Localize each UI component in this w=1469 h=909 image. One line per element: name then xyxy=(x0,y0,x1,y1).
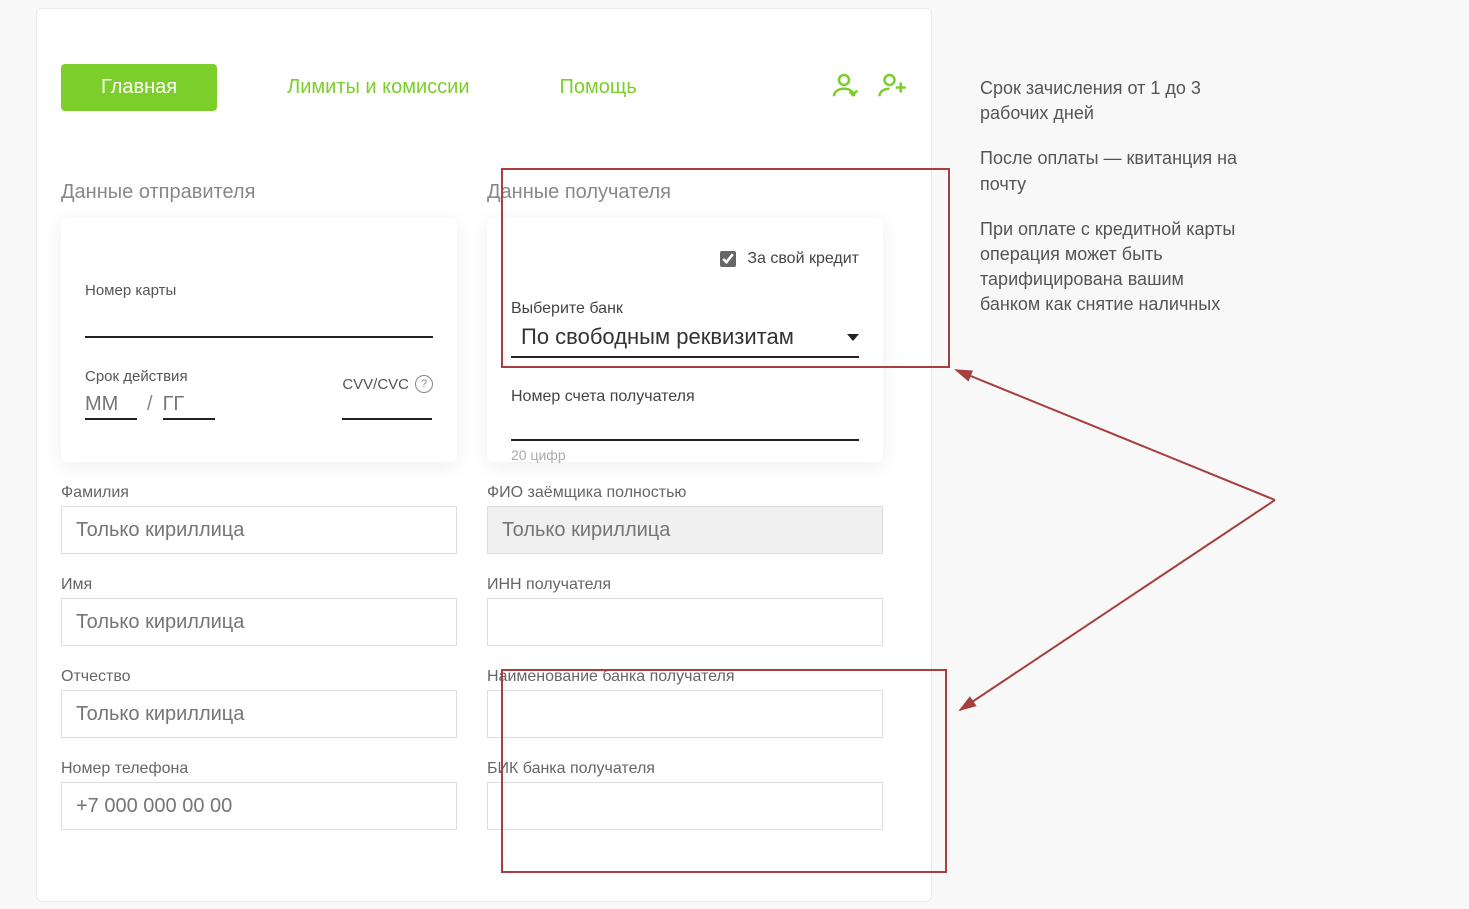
nav-limits-link[interactable]: Лимиты и комиссии xyxy=(287,76,469,99)
bik-input[interactable] xyxy=(487,782,883,830)
name-input[interactable] xyxy=(61,598,457,646)
name-label: Имя xyxy=(61,576,457,594)
bank-select-value: По свободным реквизитам xyxy=(521,324,794,350)
select-bank-label: Выберите банк xyxy=(511,300,859,318)
cvv-input[interactable] xyxy=(342,393,432,420)
side-info-1: Срок зачисления от 1 до 3 рабочих дней xyxy=(980,76,1240,126)
for-own-credit-label: За свой кредит xyxy=(747,250,859,268)
recipient-column: Данные получателя За свой кредит Выберит… xyxy=(487,181,883,830)
nav-help-link[interactable]: Помощь xyxy=(560,76,637,99)
patronymic-label: Отчество xyxy=(61,668,457,686)
sender-title: Данные отправителя xyxy=(61,181,457,204)
bank-select[interactable]: По свободным реквизитам xyxy=(511,320,859,358)
fio-label: ФИО заёмщика полностью xyxy=(487,484,883,502)
inn-label: ИНН получателя xyxy=(487,576,883,594)
top-nav: Главная Лимиты и комиссии Помощь xyxy=(61,63,907,111)
sender-column: Данные отправителя Номер карты Срок дейс… xyxy=(61,181,457,830)
phone-label: Номер телефона xyxy=(61,760,457,778)
expiry-yy-input[interactable] xyxy=(163,391,215,420)
main-card: Главная Лимиты и комиссии Помощь Данные … xyxy=(36,8,932,902)
surname-label: Фамилия xyxy=(61,484,457,502)
account-hint: 20 цифр xyxy=(511,447,859,463)
phone-input[interactable] xyxy=(61,782,457,830)
expiry-label: Срок действия xyxy=(85,368,215,385)
cvv-label: CVV/CVC xyxy=(342,376,409,393)
for-own-credit-wrap[interactable]: За свой кредит xyxy=(716,248,859,270)
register-icon[interactable] xyxy=(877,70,907,105)
expiry-slash: / xyxy=(147,393,153,416)
side-info-2: После оплаты — квитанция на почту xyxy=(980,146,1240,196)
for-own-credit-checkbox[interactable] xyxy=(720,251,736,267)
recipient-title: Данные получателя xyxy=(487,181,883,204)
account-label: Номер счета получателя xyxy=(511,388,859,406)
patronymic-input[interactable] xyxy=(61,690,457,738)
surname-input[interactable] xyxy=(61,506,457,554)
fio-input[interactable] xyxy=(487,506,883,554)
card-number-input[interactable] xyxy=(85,305,433,338)
chevron-down-icon xyxy=(847,334,859,341)
sender-card-box: Номер карты Срок действия / xyxy=(61,218,457,462)
recipient-card-box: За свой кредит Выберите банк По свободны… xyxy=(487,218,883,462)
expiry-mm-input[interactable] xyxy=(85,391,137,420)
bik-label: БИК банка получателя xyxy=(487,760,883,778)
bank-name-label: Наименование банка получателя xyxy=(487,668,883,686)
side-info: Срок зачисления от 1 до 3 рабочих дней П… xyxy=(980,76,1240,338)
card-number-label: Номер карты xyxy=(85,282,433,299)
help-icon[interactable]: ? xyxy=(415,375,433,393)
bank-name-input[interactable] xyxy=(487,690,883,738)
side-info-3: При оплате с кредитной карты операция мо… xyxy=(980,217,1240,318)
account-input[interactable] xyxy=(511,406,859,441)
login-icon[interactable] xyxy=(829,70,859,105)
inn-input[interactable] xyxy=(487,598,883,646)
nav-home-button[interactable]: Главная xyxy=(61,64,217,111)
